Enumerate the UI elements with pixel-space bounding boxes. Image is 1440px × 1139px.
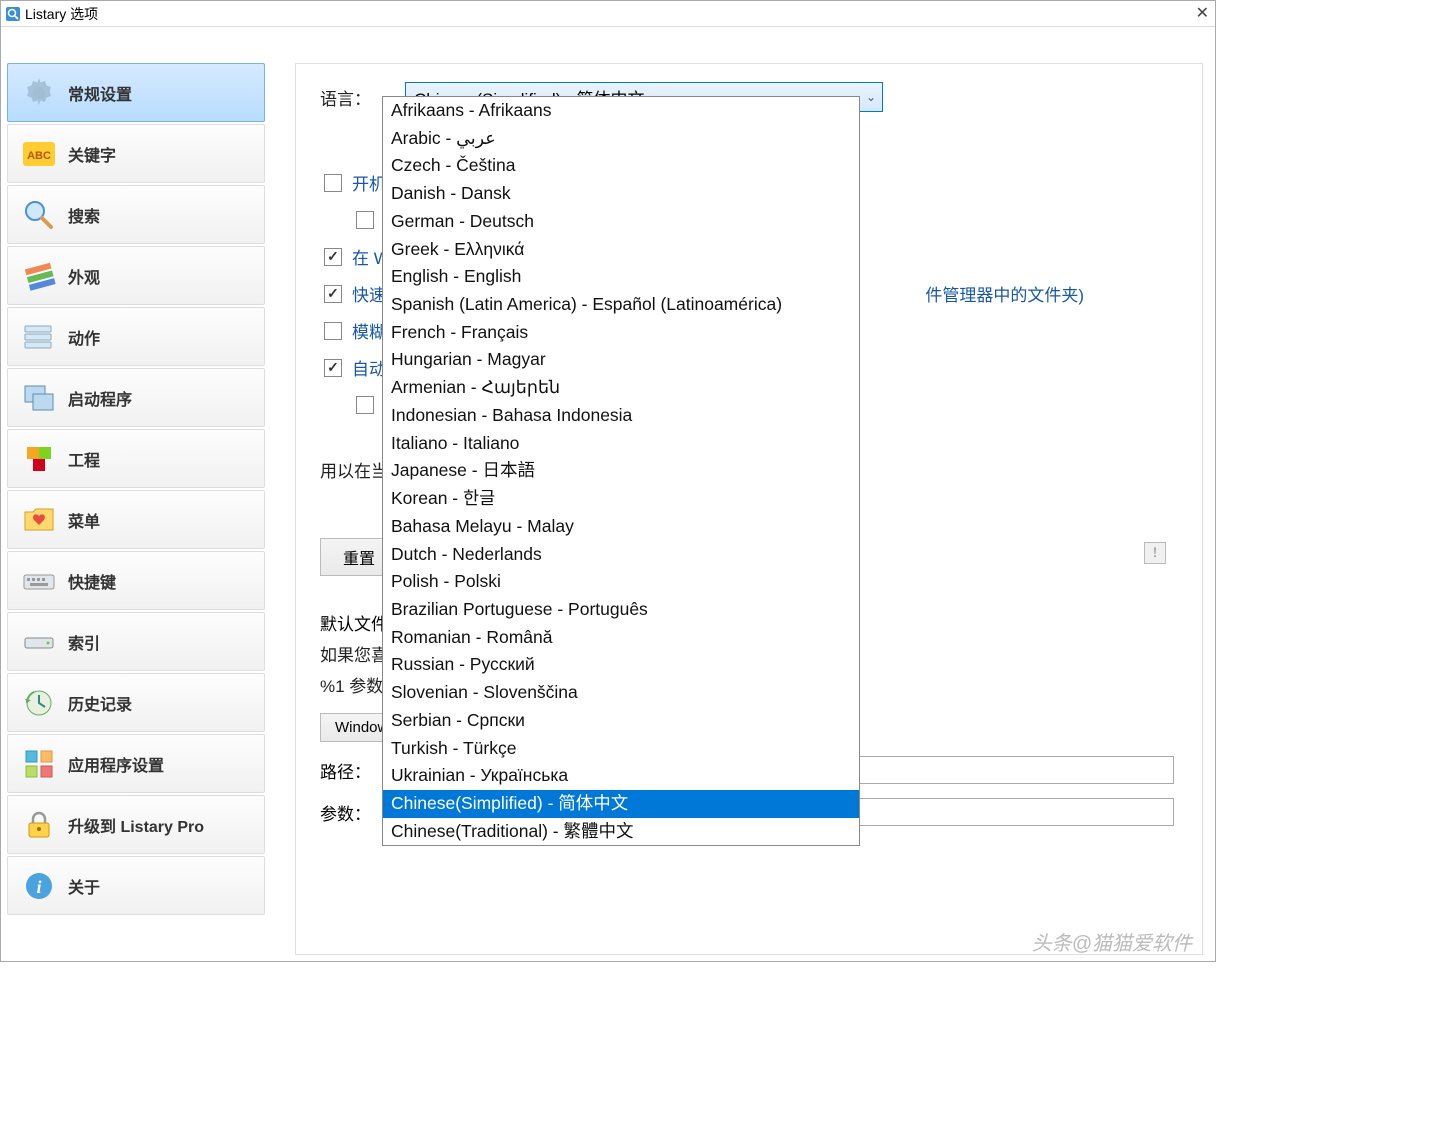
keyboard-icon bbox=[18, 560, 60, 602]
sidebar-item-about[interactable]: i 关于 bbox=[7, 856, 265, 915]
sidebar-item-keywords[interactable]: ABC 关键字 bbox=[7, 124, 265, 183]
magnifier-icon bbox=[18, 194, 60, 236]
watermark-text: 头条@猫猫爱软件 bbox=[1032, 927, 1192, 956]
gear-icon bbox=[18, 72, 60, 114]
language-option[interactable]: Italiano - Italiano bbox=[383, 430, 859, 458]
clock-icon bbox=[18, 682, 60, 724]
palette-icon bbox=[18, 255, 60, 297]
sidebar-item-hotkeys[interactable]: 快捷键 bbox=[7, 551, 265, 610]
sidebar-item-label: 搜索 bbox=[68, 203, 100, 227]
language-option[interactable]: Chinese(Traditional) - 繁體中文 bbox=[383, 818, 859, 846]
sidebar-item-label: 应用程序设置 bbox=[68, 752, 164, 776]
sidebar: 常规设置 ABC 关键字 搜索 外观 bbox=[7, 33, 265, 955]
sidebar-item-label: 动作 bbox=[68, 325, 100, 349]
language-option[interactable]: Russian - Русский bbox=[383, 651, 859, 679]
folder-heart-icon bbox=[18, 499, 60, 541]
drive-icon bbox=[18, 621, 60, 663]
checkbox-icon[interactable] bbox=[324, 322, 342, 340]
language-option[interactable]: Hungarian - Magyar bbox=[383, 346, 859, 374]
sidebar-item-actions[interactable]: 动作 bbox=[7, 307, 265, 366]
language-option[interactable]: English - English bbox=[383, 263, 859, 291]
checkbox-icon[interactable] bbox=[324, 248, 342, 266]
blocks-icon bbox=[18, 438, 60, 480]
checkbox-icon[interactable] bbox=[356, 396, 374, 414]
sidebar-item-label: 历史记录 bbox=[68, 691, 132, 715]
sidebar-item-history[interactable]: 历史记录 bbox=[7, 673, 265, 732]
sidebar-item-index[interactable]: 索引 bbox=[7, 612, 265, 671]
options-window: Listary 选项 ✕ 常规设置 ABC 关键字 搜索 bbox=[0, 0, 1216, 962]
main-panel: 语言： Chinese(Simplified) - 简体中文 ⌄ Afrikaa… bbox=[295, 63, 1203, 955]
svg-text:i: i bbox=[36, 877, 41, 897]
sidebar-item-menu[interactable]: 菜单 bbox=[7, 490, 265, 549]
sidebar-item-label: 关键字 bbox=[68, 142, 116, 166]
language-option[interactable]: Japanese - 日本語 bbox=[383, 457, 859, 485]
language-option[interactable]: Chinese(Simplified) - 简体中文 bbox=[383, 790, 859, 818]
app-icon bbox=[5, 6, 21, 22]
language-option[interactable]: Spanish (Latin America) - Español (Latin… bbox=[383, 291, 859, 319]
sidebar-item-launcher[interactable]: 启动程序 bbox=[7, 368, 265, 427]
grid-icon bbox=[18, 743, 60, 785]
language-option[interactable]: Bahasa Melayu - Malay bbox=[383, 513, 859, 541]
chevron-down-icon: ⌄ bbox=[866, 90, 876, 104]
language-option[interactable]: Polish - Polski bbox=[383, 568, 859, 596]
sidebar-item-general[interactable]: 常规设置 bbox=[7, 63, 265, 122]
abc-icon: ABC bbox=[18, 133, 60, 175]
content-area: 常规设置 ABC 关键字 搜索 外观 bbox=[1, 27, 1215, 961]
language-option[interactable]: Romanian - Română bbox=[383, 624, 859, 652]
language-option[interactable]: Dutch - Nederlands bbox=[383, 541, 859, 569]
language-option[interactable]: Arabic - عربي bbox=[383, 125, 859, 153]
checkbox-icon[interactable] bbox=[356, 211, 374, 229]
sidebar-item-label: 快捷键 bbox=[68, 569, 116, 593]
language-option[interactable]: Slovenian - Slovenščina bbox=[383, 679, 859, 707]
sidebar-item-upgrade[interactable]: 升级到 Listary Pro bbox=[7, 795, 265, 854]
lock-icon bbox=[18, 804, 60, 846]
language-option[interactable]: Danish - Dansk bbox=[383, 180, 859, 208]
sidebar-item-label: 启动程序 bbox=[68, 386, 132, 410]
language-option[interactable]: Czech - Čeština bbox=[383, 152, 859, 180]
sidebar-item-label: 工程 bbox=[68, 447, 100, 471]
language-option[interactable]: Afrikaans - Afrikaans bbox=[383, 97, 859, 125]
sidebar-item-search[interactable]: 搜索 bbox=[7, 185, 265, 244]
language-option[interactable]: Korean - 한글 bbox=[383, 485, 859, 513]
titlebar: Listary 选项 ✕ bbox=[1, 1, 1215, 27]
list-icon bbox=[18, 316, 60, 358]
close-button[interactable]: ✕ bbox=[1196, 3, 1209, 23]
windows-icon bbox=[18, 377, 60, 419]
checkbox-icon[interactable] bbox=[324, 174, 342, 192]
sidebar-item-label: 索引 bbox=[68, 630, 100, 654]
language-option[interactable]: Ukrainian - Українська bbox=[383, 762, 859, 790]
language-option[interactable]: Turkish - Türkçe bbox=[383, 735, 859, 763]
language-option[interactable]: German - Deutsch bbox=[383, 208, 859, 236]
language-dropdown[interactable]: Afrikaans - AfrikaansArabic - عربيCzech … bbox=[382, 96, 860, 846]
sidebar-item-app-settings[interactable]: 应用程序设置 bbox=[7, 734, 265, 793]
sidebar-item-label: 外观 bbox=[68, 264, 100, 288]
info-icon: i bbox=[18, 865, 60, 907]
sidebar-item-label: 菜单 bbox=[68, 508, 100, 532]
sidebar-item-label: 升级到 Listary Pro bbox=[68, 813, 204, 837]
language-option[interactable]: Serbian - Српски bbox=[383, 707, 859, 735]
info-button[interactable]: ! bbox=[1144, 542, 1166, 564]
sidebar-item-label: 常规设置 bbox=[68, 81, 132, 105]
checkbox-icon[interactable] bbox=[324, 359, 342, 377]
checkbox-tail: 件管理器中的文件夹) bbox=[925, 281, 1084, 306]
language-option[interactable]: Armenian - Հայերեն bbox=[383, 374, 859, 402]
sidebar-item-projects[interactable]: 工程 bbox=[7, 429, 265, 488]
sidebar-item-appearance[interactable]: 外观 bbox=[7, 246, 265, 305]
svg-text:ABC: ABC bbox=[27, 150, 51, 162]
sidebar-item-label: 关于 bbox=[68, 874, 100, 898]
titlebar-title: Listary 选项 bbox=[25, 4, 98, 24]
language-option[interactable]: French - Français bbox=[383, 319, 859, 347]
checkbox-icon[interactable] bbox=[324, 285, 342, 303]
language-option[interactable]: Indonesian - Bahasa Indonesia bbox=[383, 402, 859, 430]
language-option[interactable]: Brazilian Portuguese - Português bbox=[383, 596, 859, 624]
language-option[interactable]: Greek - Ελληνικά bbox=[383, 236, 859, 264]
